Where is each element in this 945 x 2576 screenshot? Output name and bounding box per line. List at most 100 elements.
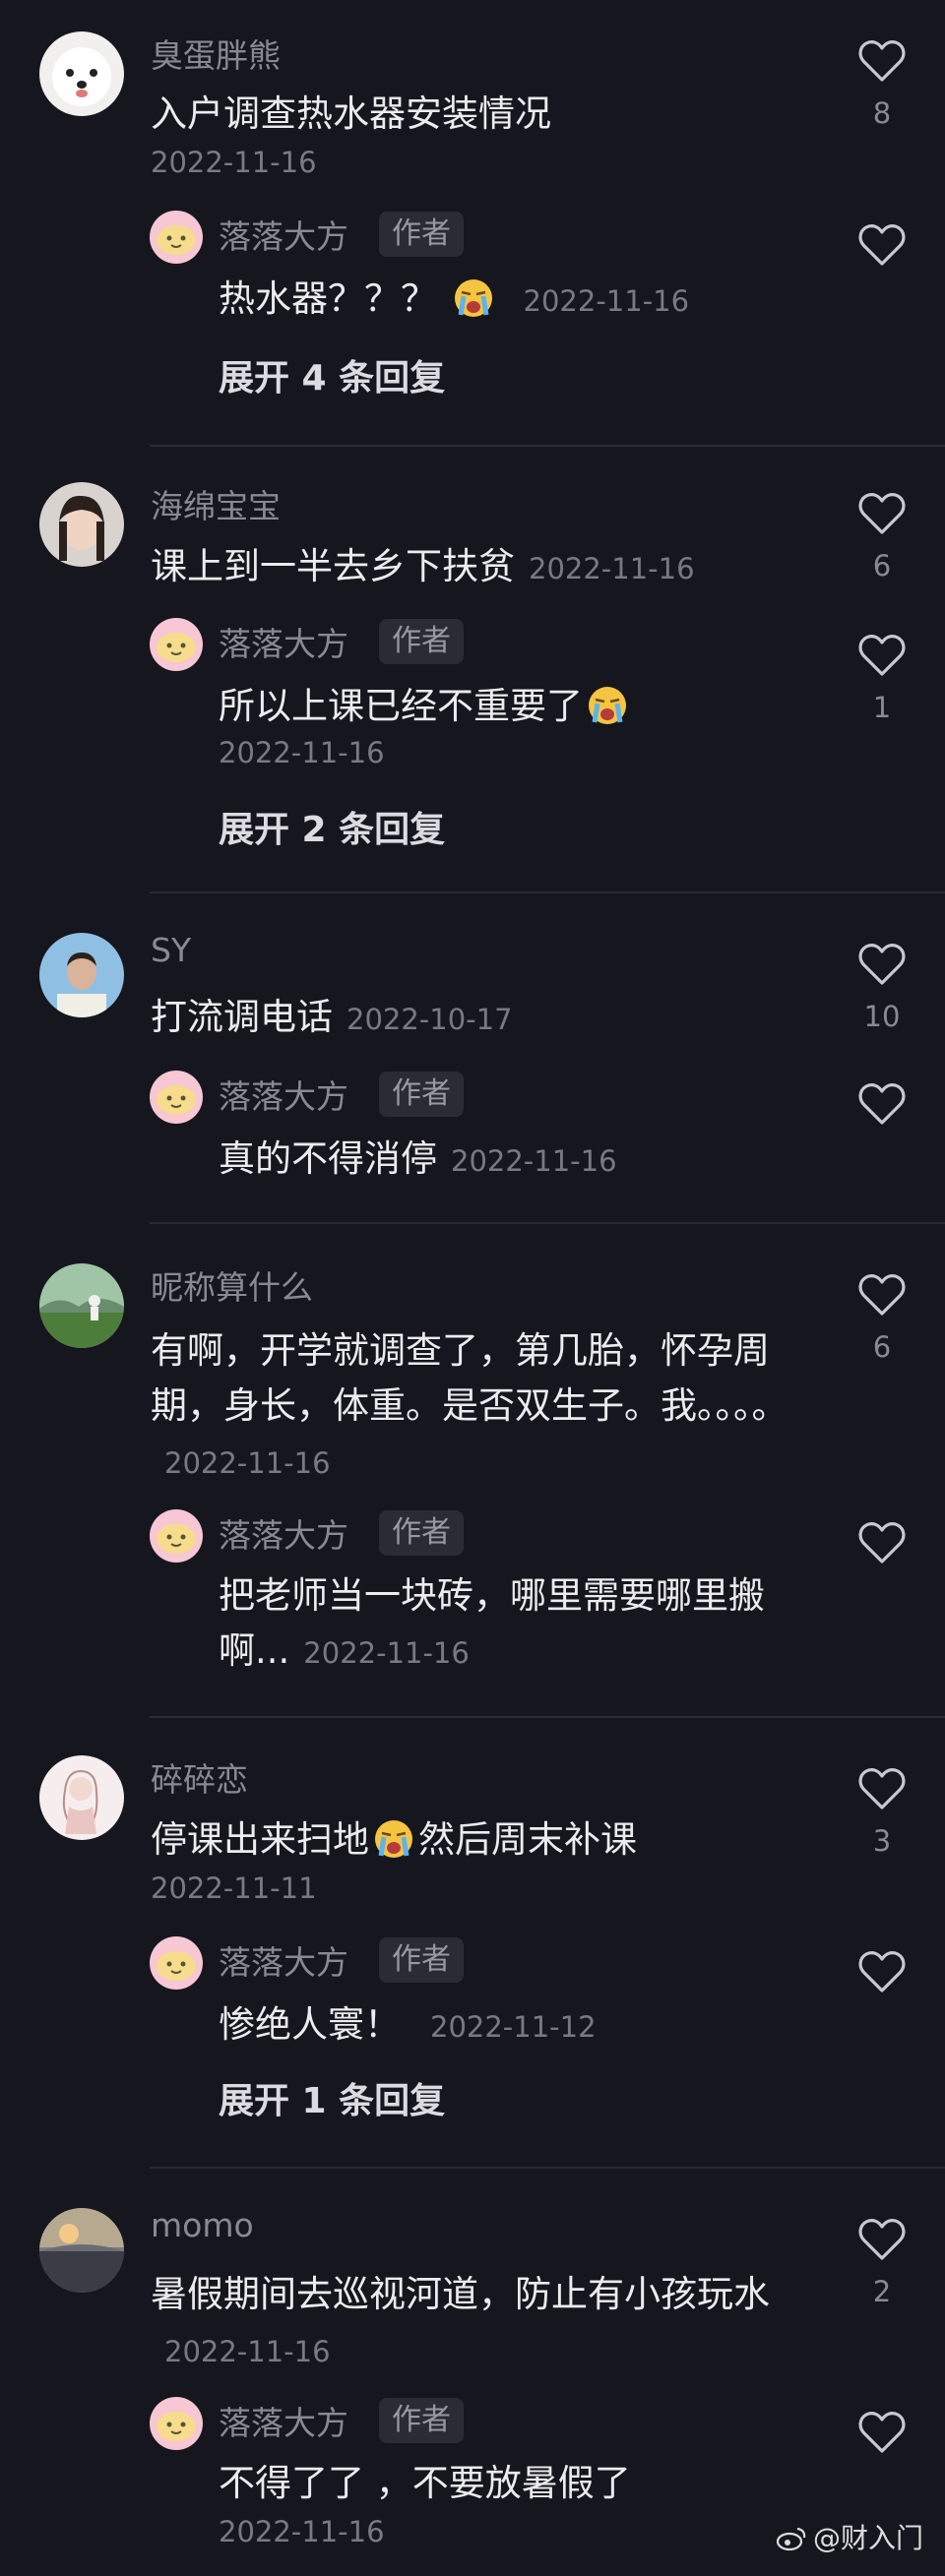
like-count: 2 [872,2275,892,2308]
like-button[interactable] [856,2411,908,2454]
author-badge: 作者 [379,1072,464,1117]
heart-icon[interactable] [858,223,906,267]
heart-icon[interactable] [858,634,906,677]
comment-date: 2022-11-16 [151,146,317,179]
like-button[interactable]: 6 [856,492,908,583]
comment-text: 课上到一半去乡下扶贫 2022-11-16 [151,539,790,596]
username[interactable]: 碎碎恋 [151,1753,248,1801]
divider [150,1716,945,1718]
username[interactable]: momo [151,2206,254,2244]
username[interactable]: SY [151,931,191,969]
comment-text-content: 有啊，开学就调查了，第几胎，怀孕周期，身长，体重。是否双生子。我。。。。 [151,1329,788,1427]
like-button[interactable]: 6 [856,1273,908,1364]
reply-text-content: 把老师当一块砖，哪里需要哪里搬啊... [219,1574,765,1672]
avatar[interactable] [150,618,203,671]
expand-replies-button[interactable]: 展开 1 条回复 [219,2072,445,2123]
divider [150,891,945,893]
author-badge: 作者 [379,212,464,257]
heart-icon[interactable] [858,39,906,83]
like-button[interactable] [856,223,908,267]
divider [150,1222,945,1224]
comment-text-content: 暑假期间去巡视河道，防止有小孩玩水 [151,2273,770,2315]
heart-icon[interactable] [858,1273,906,1317]
reply-text-content: 惨绝人寰！ [219,2003,401,2046]
author-badge: 作者 [379,2398,464,2443]
like-count: 10 [863,1000,901,1033]
reply-date: 2022-11-16 [219,736,385,769]
username[interactable]: 臭蛋胖熊 [151,30,281,77]
like-button[interactable]: 1 [856,634,908,724]
avatar[interactable] [39,933,124,1017]
avatar[interactable] [39,482,124,567]
avatar[interactable] [150,211,203,264]
author-badge: 作者 [379,1510,464,1556]
reply-text: 把老师当一块砖，哪里需要哪里搬啊... 2022-11-16 [219,1568,809,1681]
like-count: 8 [872,96,892,130]
comment-text-content: 打流调电话 [151,996,333,1038]
expand-replies-button[interactable]: 展开 4 条回复 [219,349,445,400]
watermark-text: @财入门 [812,2522,923,2554]
comment-text-continued: 然后周末补课 [418,1818,637,1861]
author-badge: 作者 [379,1937,464,1983]
like-button[interactable]: 8 [856,39,908,130]
heart-icon[interactable] [858,1082,906,1126]
reply-text: 热水器？？？ 2022-11-16 [219,272,809,329]
like-button[interactable]: 2 [856,2218,908,2308]
divider [150,445,945,447]
heart-icon[interactable] [858,2411,906,2454]
reply-text-content: 真的不得消停 [219,1137,437,1180]
like-count: 3 [872,1824,892,1858]
reply-date: 2022-11-16 [523,284,690,318]
divider [150,2167,945,2169]
like-button[interactable]: 3 [856,1767,908,1858]
avatar[interactable] [39,1755,124,1840]
heart-icon[interactable] [858,1950,906,1993]
comment-date: 2022-11-16 [164,2335,331,2368]
crying-emoji-icon [454,279,492,317]
avatar[interactable] [150,1509,203,1563]
avatar[interactable] [39,1263,124,1348]
avatar[interactable] [39,2208,124,2293]
username[interactable]: 昵称算什么 [151,1261,313,1309]
heart-icon[interactable] [858,943,906,986]
heart-icon[interactable] [858,2218,906,2261]
crying-emoji-icon [589,687,626,724]
like-button[interactable]: 10 [856,943,908,1033]
reply-username[interactable]: 落落大方 [219,618,348,665]
comment-text-content: 课上到一半去乡下扶贫 [151,545,515,587]
heart-icon[interactable] [858,1521,906,1564]
comment-date: 2022-11-16 [529,552,695,585]
reply-date: 2022-11-12 [430,2010,597,2044]
comment-date: 2022-10-17 [346,1003,513,1036]
like-button[interactable] [856,1082,908,1126]
reply-text: 惨绝人寰！ 2022-11-12 [219,1997,809,2055]
reply-text: 不得了了 ，不要放暑假了 [219,2462,631,2504]
avatar[interactable] [150,1071,203,1124]
reply-text: 真的不得消停 2022-11-16 [219,1132,809,1189]
comment-text: 停课出来扫地 然后周末补课 [151,1812,790,1868]
comment-date: 2022-11-16 [164,1446,331,1480]
avatar[interactable] [150,2397,203,2450]
weibo-logo-icon [776,2527,806,2551]
reply-username[interactable]: 落落大方 [219,1936,348,1984]
avatar[interactable] [39,31,124,116]
reply-username[interactable]: 落落大方 [219,1509,348,1557]
comment-text: 暑假期间去巡视河道，防止有小孩玩水 2022-11-16 [151,2267,790,2379]
avatar[interactable] [150,1936,203,1990]
reply-text: 所以上课已经不重要了 [219,679,809,734]
expand-replies-button[interactable]: 展开 2 条回复 [219,801,445,852]
reply-username[interactable]: 落落大方 [219,211,348,258]
comment-text: 打流调电话 2022-10-17 [151,990,790,1047]
username[interactable]: 海绵宝宝 [151,480,281,527]
comment-text: 入户调查热水器安装情况 [151,92,551,135]
reply-date: 2022-11-16 [451,1144,617,1178]
heart-icon[interactable] [858,492,906,535]
like-button[interactable] [856,1521,908,1564]
comment-text: 有啊，开学就调查了，第几胎，怀孕周期，身长，体重。是否双生子。我。。。。 2022… [151,1323,790,1491]
reply-username[interactable]: 落落大方 [219,2397,348,2444]
heart-icon[interactable] [858,1767,906,1810]
like-button[interactable] [856,1950,908,1993]
watermark: @财入门 [776,2517,923,2556]
reply-username[interactable]: 落落大方 [219,1071,348,1118]
like-count: 6 [872,549,892,583]
